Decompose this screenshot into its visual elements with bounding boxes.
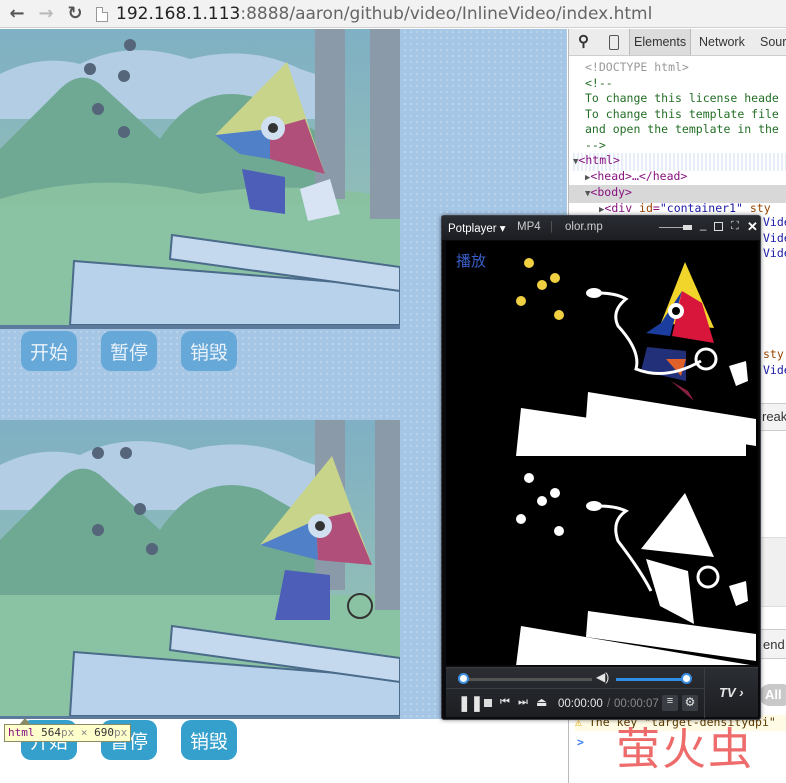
dom-line[interactable]: To change this template file <box>585 107 786 123</box>
close-icon[interactable]: ✕ <box>747 219 758 235</box>
potplayer-menu[interactable]: Potplayer ▾ <box>448 221 506 235</box>
dom-line[interactable]: To change this license heade <box>585 91 786 107</box>
url-host: 192.168.1.113 <box>116 4 241 24</box>
partial-code: Vide Vide Vide <box>763 215 786 262</box>
video-scene-2 <box>0 420 400 716</box>
body-tag: <body> <box>590 185 632 199</box>
dom-tree: <!DOCTYPE html> <!-- To change this lice… <box>569 60 786 153</box>
watermark-text: 萤火虫 <box>616 724 754 775</box>
time-current: 00:00:00 <box>558 698 603 710</box>
time-total: 00:00:07 <box>614 698 659 710</box>
minimize-icon[interactable]: _ <box>700 219 706 231</box>
partial-code-2: sty Vide <box>763 347 786 378</box>
filter-all-button[interactable]: All <box>759 684 786 706</box>
div-open: <div <box>604 201 640 215</box>
stop-icon[interactable] <box>484 699 492 707</box>
partial-line: Vide <box>763 362 786 377</box>
url-path: :8888/aaron/github/video/InlineVideo/ind… <box>240 4 653 24</box>
dom-line[interactable]: <!DOCTYPE html> <box>585 60 786 76</box>
partial-label: end <box>763 637 785 652</box>
search-icon[interactable]: ⚲ <box>578 32 589 50</box>
playlist-icon[interactable]: ≡ <box>662 695 678 711</box>
div-val: "container1" <box>659 201 743 215</box>
tooltip-unit-2: px <box>114 726 128 739</box>
head-tag: <head>…</head> <box>590 169 688 183</box>
fullscreen-icon[interactable]: ⛶ <box>731 220 739 233</box>
dom-line[interactable]: --> <box>585 138 786 154</box>
potplayer-window[interactable]: Potplayer ▾ MP4 | olor.mp _ ⛶ ✕ 播放 ◀) ❚❚… <box>441 215 761 720</box>
reload-button[interactable]: ↻ <box>64 2 86 24</box>
dom-line[interactable]: and open the template in the <box>585 122 786 138</box>
tv-label: TV <box>719 685 736 700</box>
tv-button[interactable]: TV › <box>719 685 744 700</box>
tab-sources[interactable]: Sour <box>760 35 786 49</box>
prev-icon[interactable]: ⏮ <box>500 696 510 709</box>
tooltip-unit: px <box>61 726 75 739</box>
file-name: olor.mp <box>565 221 603 233</box>
video-frame-mask: 播放 <box>456 252 756 665</box>
format-label: MP4 <box>517 221 541 233</box>
partial-label: reak <box>762 409 786 424</box>
tooltip-width: 564 <box>41 726 61 739</box>
eject-icon[interactable]: ⏏ <box>536 695 547 709</box>
chevron-right-icon: › <box>739 685 744 700</box>
video-frame-2[interactable] <box>0 420 400 720</box>
video-frame-1[interactable] <box>0 29 400 329</box>
destroy-button-2[interactable]: 销毁 <box>181 720 237 760</box>
coins <box>516 258 564 320</box>
forward-button[interactable]: → <box>35 2 57 24</box>
volume-bar[interactable] <box>616 678 688 681</box>
dom-line[interactable]: <!-- <box>585 76 786 92</box>
partial-line: Vide <box>763 215 786 229</box>
potplayer-video[interactable]: 播放 <box>446 241 758 665</box>
devtools-tabbar: ⚲ Elements Network Sour <box>569 29 786 56</box>
opacity-handle[interactable] <box>683 225 692 230</box>
partial-line: Vide <box>763 230 786 245</box>
pause-button-1[interactable]: 暂停 <box>101 331 157 371</box>
ctrl-divider <box>446 688 704 689</box>
address-bar[interactable]: 192.168.1.113:8888/aaron/github/video/In… <box>96 3 652 25</box>
maximize-icon[interactable] <box>714 222 723 231</box>
settings-gear-icon[interactable]: ⚙ <box>682 695 698 711</box>
potplayer-titlebar[interactable]: Potplayer ▾ MP4 | olor.mp _ ⛶ ✕ <box>442 216 760 240</box>
pause-icon[interactable]: ❚❚ <box>458 694 483 712</box>
dom-node-html[interactable]: ▼<html> <box>573 153 786 171</box>
tooltip-height: 690 <box>94 726 114 739</box>
browser-toolbar: ← → ↻ 192.168.1.113:8888/aaron/github/vi… <box>0 0 786 28</box>
seek-handle[interactable] <box>458 673 469 684</box>
seek-bar[interactable] <box>458 678 592 681</box>
mask-dots <box>516 473 564 536</box>
page-icon <box>96 6 108 22</box>
reload-icon: ↻ <box>67 2 83 24</box>
tooltip-sep: × <box>80 726 88 739</box>
back-button[interactable]: ← <box>6 2 28 24</box>
div-rest: sty <box>742 201 771 215</box>
tab-elements[interactable]: Elements <box>629 29 692 55</box>
arrow-right-icon: → <box>38 2 54 24</box>
dom-node-body[interactable]: ▼<body> <box>569 185 786 203</box>
start-button-1[interactable]: 开始 <box>21 331 77 371</box>
title-divider: | <box>550 221 553 233</box>
inspect-size-tooltip: html 564px × 690px <box>4 718 132 742</box>
dom-node-head[interactable]: ▶<head>…</head> <box>585 169 786 187</box>
tooltip-tag: html <box>8 726 35 739</box>
opacity-slider[interactable] <box>659 227 683 228</box>
video-scene-1 <box>0 29 400 325</box>
destroy-button-1[interactable]: 销毁 <box>181 331 237 371</box>
volume-icon[interactable]: ◀) <box>596 670 609 684</box>
device-mode-icon[interactable] <box>609 35 619 50</box>
partial-line: Vide <box>763 246 786 260</box>
potplayer-controls: ◀) ❚❚ ⏮ ⏭ ⏏ 00:00:00 / 00:00:07 ≡ ⚙ TV › <box>446 667 758 718</box>
div-attr: id <box>639 201 653 215</box>
arrow-left-icon: ← <box>9 2 25 24</box>
partial-line: sty <box>763 347 784 361</box>
overlay-text: 播放 <box>456 252 486 270</box>
volume-handle[interactable] <box>681 673 693 684</box>
ctrl-divider-v <box>704 668 705 718</box>
time-separator: / <box>607 698 611 710</box>
html-tag: <html> <box>578 153 620 167</box>
tab-network[interactable]: Network <box>699 35 745 49</box>
next-icon[interactable]: ⏭ <box>518 696 528 709</box>
